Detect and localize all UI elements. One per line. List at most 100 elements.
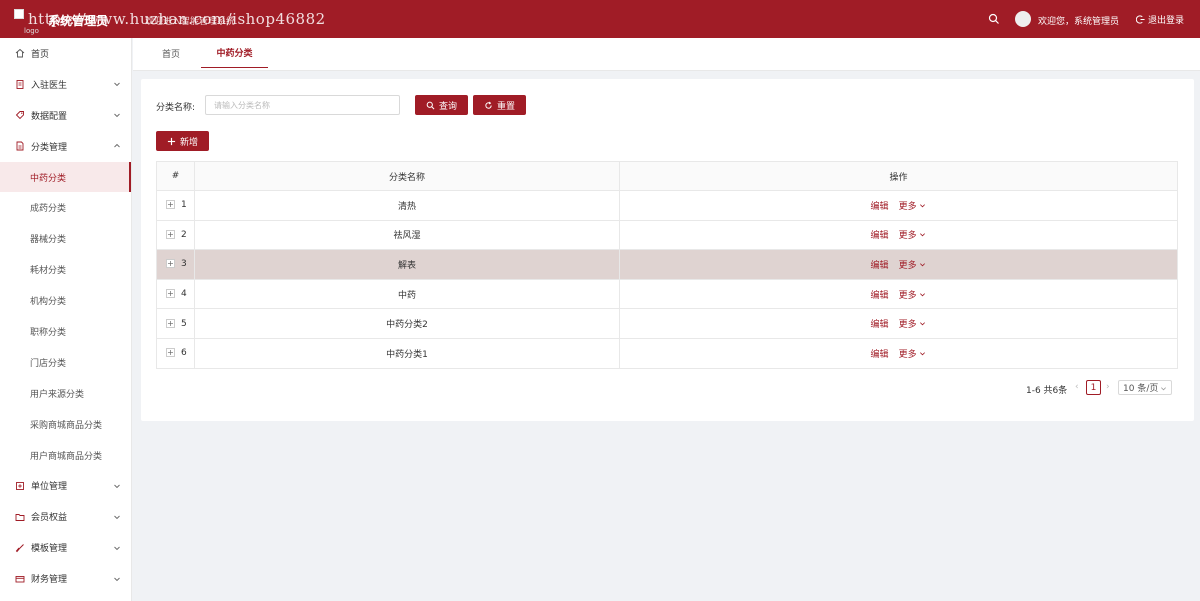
page-size-select[interactable]: 10 条/页	[1118, 380, 1172, 395]
chevron-up-icon	[114, 143, 120, 148]
more-label: 更多	[898, 231, 917, 242]
sidebar-item-unit-mgmt[interactable]: 单位管理	[0, 470, 131, 501]
edit-link[interactable]: 编辑	[871, 350, 889, 360]
plus-icon	[167, 137, 176, 145]
chevron-right-icon[interactable]: ›	[1106, 382, 1110, 392]
table-row: +1 清热 编辑 更多	[156, 190, 1178, 221]
file-icon	[15, 141, 25, 151]
logout-label: 退出登录	[1148, 16, 1185, 26]
sidebar-subitem-store-category[interactable]: 门店分类	[0, 347, 131, 378]
tab-herb-category[interactable]: 中药分类	[201, 38, 268, 68]
table-header-row: # 分类名称 操作	[156, 161, 1178, 191]
chevron-left-icon[interactable]: ‹	[1075, 382, 1079, 392]
chevron-down-icon	[920, 352, 926, 356]
reset-button-label: 重置	[496, 101, 515, 112]
row-index: 3	[181, 259, 187, 270]
expand-icon[interactable]: +	[166, 318, 175, 328]
sidebar-subitem-consumable-category[interactable]: 耗材分类	[0, 254, 131, 285]
row-index: 5	[181, 318, 187, 329]
chevron-down-icon	[920, 292, 926, 297]
sidebar-item-finance-mgmt[interactable]: 财务管理	[0, 563, 131, 594]
expand-icon[interactable]: +	[166, 289, 175, 299]
reset-button[interactable]: 重置	[473, 95, 526, 115]
chevron-down-icon	[1161, 387, 1166, 391]
more-label: 更多	[898, 349, 917, 360]
sidebar-subitem-user-source-category[interactable]: 用户来源分类	[0, 378, 131, 409]
logout-button[interactable]: 退出登录	[1136, 13, 1184, 26]
sidebar-subitem-patent-medicine-category[interactable]: 成药分类	[0, 192, 131, 223]
edit-link[interactable]: 编辑	[871, 320, 889, 330]
more-link[interactable]: 更多	[899, 261, 927, 271]
expand-icon[interactable]: +	[166, 200, 175, 210]
search-icon[interactable]	[988, 13, 1000, 25]
chevron-down-icon	[920, 204, 926, 208]
expand-icon[interactable]: +	[166, 348, 175, 358]
sidebar-subitem-user-mall-category[interactable]: 用户商城商品分类	[0, 440, 131, 471]
edit-link[interactable]: 编辑	[871, 231, 889, 241]
row-index: 4	[181, 289, 187, 300]
logout-icon	[1136, 15, 1145, 24]
more-link[interactable]: 更多	[899, 320, 927, 330]
card-icon	[15, 574, 25, 584]
more-link[interactable]: 更多	[899, 202, 927, 212]
avatar[interactable]	[1015, 11, 1031, 27]
sidebar-item-label: 会员权益	[31, 513, 68, 524]
chevron-down-icon	[114, 546, 120, 550]
table-row: +2 祛风湿 编辑 更多	[156, 220, 1178, 251]
category-name-input[interactable]	[205, 95, 400, 115]
add-button[interactable]: 新增	[156, 131, 209, 151]
sidebar-subitem-title-category[interactable]: 职称分类	[0, 316, 131, 347]
more-link[interactable]: 更多	[899, 350, 927, 360]
more-link[interactable]: 更多	[899, 231, 927, 241]
row-category-name: 解表	[194, 249, 620, 280]
sidebar-item-doctors[interactable]: 入驻医生	[0, 69, 131, 100]
category-name-label: 分类名称:	[156, 103, 196, 113]
page-size-value: 10 条/页	[1123, 384, 1159, 394]
column-header-index: #	[156, 161, 195, 191]
page-tabs: 首页 中药分类	[133, 38, 1200, 71]
sidebar-subitem-device-category[interactable]: 器械分类	[0, 223, 131, 254]
search-button[interactable]: 查询	[415, 95, 468, 115]
clipboard-icon	[15, 79, 25, 90]
top-header: logo 系统管理员 https://www.huzhan.com/ishop4…	[0, 0, 1200, 38]
row-category-name: 祛风湿	[194, 220, 620, 251]
chevron-down-icon	[920, 322, 926, 326]
header-subtitle: 欢迎进入智能管理系统	[145, 17, 236, 27]
sidebar-item-label: 入驻医生	[31, 80, 68, 91]
more-label: 更多	[898, 201, 917, 212]
sidebar-item-home[interactable]: 首页	[0, 38, 131, 69]
table-row: +4 中药 编辑 更多	[156, 279, 1178, 310]
sidebar-subitem-institution-category[interactable]: 机构分类	[0, 285, 131, 316]
expand-icon[interactable]: +	[166, 259, 175, 269]
category-table: # 分类名称 操作 +1 清热 编辑 更多 +2 祛风湿 编辑 更多 +3 解表 编…	[156, 161, 1178, 369]
row-category-name: 中药	[194, 279, 620, 310]
row-index: 1	[181, 200, 187, 211]
sidebar-item-category-mgmt[interactable]: 分类管理	[0, 131, 131, 162]
pagination-page-current[interactable]: 1	[1086, 380, 1101, 395]
chevron-down-icon	[114, 113, 120, 118]
logo-alt: logo	[24, 27, 39, 35]
tab-home[interactable]: 首页	[149, 38, 193, 68]
expand-icon[interactable]: +	[166, 229, 175, 239]
more-link[interactable]: 更多	[899, 291, 927, 301]
sidebar-item-label: 分类管理	[31, 142, 68, 153]
edit-link[interactable]: 编辑	[871, 202, 889, 212]
brush-icon	[15, 543, 25, 553]
plus-square-icon	[15, 481, 25, 491]
sidebar-subitem-herb-category[interactable]: 中药分类	[0, 161, 131, 193]
sidebar-item-template-mgmt[interactable]: 模板管理	[0, 532, 131, 563]
more-label: 更多	[898, 260, 917, 271]
edit-link[interactable]: 编辑	[871, 291, 889, 301]
home-icon	[15, 48, 25, 58]
tag-icon	[15, 110, 25, 120]
sidebar-subitem-purchase-mall-category[interactable]: 采购商城商品分类	[0, 409, 131, 440]
edit-link[interactable]: 编辑	[871, 261, 889, 271]
sidebar-item-label: 数据配置	[31, 111, 68, 122]
search-icon	[426, 101, 435, 109]
chevron-down-icon	[920, 233, 926, 237]
more-label: 更多	[898, 320, 917, 331]
sidebar-item-data-config[interactable]: 数据配置	[0, 100, 131, 131]
sidebar-item-member-benefits[interactable]: 会员权益	[0, 501, 131, 532]
row-category-name: 中药分类1	[194, 338, 620, 369]
sidebar-item-label: 财务管理	[31, 575, 68, 586]
